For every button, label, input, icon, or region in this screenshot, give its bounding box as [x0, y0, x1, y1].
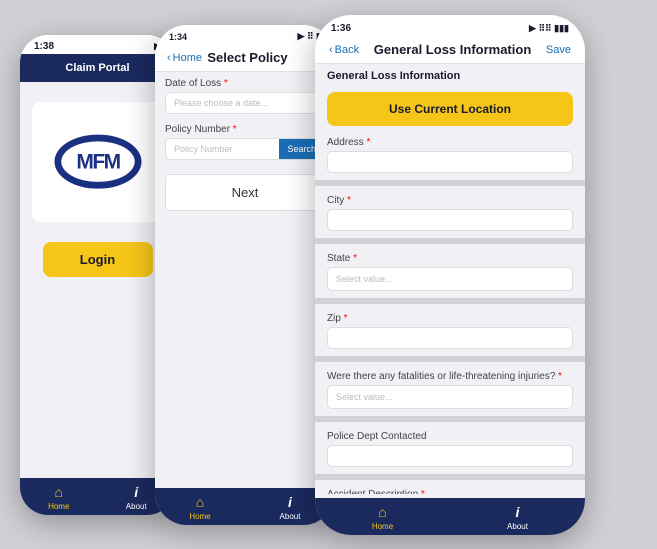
info-icon-3: i — [516, 504, 520, 520]
home-icon-3: ⌂ — [378, 504, 386, 520]
policy-number-input[interactable]: Policy Number — [166, 139, 279, 159]
svg-text:MFM: MFM — [76, 150, 120, 173]
address-label: Address * — [327, 137, 573, 148]
policy-number-group: Policy Number * Policy Number Search — [155, 118, 335, 164]
tab-home-1[interactable]: ⌂ Home — [20, 484, 98, 511]
police-group: Police Dept Contacted — [315, 426, 585, 470]
back-button-2[interactable]: ‹ Home — [167, 52, 202, 64]
form-content-3: General Loss Information Use Current Loc… — [315, 64, 585, 494]
time-3: 1:36 — [331, 23, 351, 34]
policy-number-input-wrapper: Policy Number Search — [165, 138, 325, 160]
city-group: City * — [315, 190, 585, 234]
city-input[interactable] — [327, 209, 573, 231]
tab-home-label-1: Home — [48, 502, 69, 511]
phone-2: 1:34 ▶ ⠿ ▮ ‹ Home Select Policy Date of … — [155, 25, 335, 525]
info-icon-1: i — [134, 484, 138, 500]
tab-bar-1: ⌂ Home i About — [20, 478, 175, 515]
tab-home-3[interactable]: ⌂ Home — [315, 504, 450, 531]
tab-about-label-2: About — [280, 512, 301, 521]
home-icon-2: ⌂ — [196, 494, 204, 510]
back-button-3[interactable]: ‹ Back — [329, 44, 359, 56]
police-label: Police Dept Contacted — [327, 431, 573, 442]
divider-6 — [315, 474, 585, 480]
status-bar-1: 1:38 ▶ — [20, 35, 175, 54]
divider-2 — [315, 238, 585, 244]
tab-bar-2: ⌂ Home i About — [155, 488, 335, 525]
login-button[interactable]: Login — [43, 242, 153, 277]
divider-4 — [315, 356, 585, 362]
zip-input[interactable] — [327, 327, 573, 349]
fatalities-select[interactable]: Select value... — [327, 385, 573, 409]
date-of-loss-group: Date of Loss * Please choose a date... — [155, 72, 335, 118]
tab-about-3[interactable]: i About — [450, 504, 585, 531]
nav-bar-2: ‹ Home Select Policy — [155, 44, 335, 72]
tab-home-label-2: Home — [189, 512, 210, 521]
info-icon-2: i — [288, 494, 292, 510]
time-1: 1:38 — [34, 41, 54, 52]
tab-about-label-3: About — [507, 522, 528, 531]
mfm-logo-icon: MFM — [53, 132, 143, 192]
status-bar-2: 1:34 ▶ ⠿ ▮ — [155, 25, 335, 44]
form-section-2: Date of Loss * Please choose a date... P… — [155, 72, 335, 221]
chevron-left-icon-2: ‹ — [167, 52, 171, 64]
address-group: Address * — [315, 132, 585, 176]
date-of-loss-label: Date of Loss * — [165, 78, 325, 89]
next-button[interactable]: Next — [165, 174, 325, 211]
state-label: State * — [327, 253, 573, 264]
nav-title-2: Select Policy — [207, 50, 287, 65]
accident-label: Accident Description * — [327, 489, 573, 494]
save-button[interactable]: Save — [546, 44, 571, 56]
status-bar-3: 1:36 ▶ ⠿⠿ ▮▮▮ — [315, 15, 585, 36]
time-2: 1:34 — [169, 32, 187, 42]
nav-title-3: General Loss Information — [374, 42, 531, 57]
phone-1: 1:38 ▶ Claim Portal MFM Login ⌂ — [20, 35, 175, 515]
logo-area: MFM — [32, 102, 163, 222]
tab-home-label-3: Home — [372, 522, 393, 531]
tab-bar-3: ⌂ Home i About — [315, 498, 585, 535]
date-of-loss-input[interactable]: Please choose a date... — [165, 92, 325, 114]
phone-3: 1:36 ▶ ⠿⠿ ▮▮▮ ‹ Back General Loss Inform… — [315, 15, 585, 535]
use-current-location-button[interactable]: Use Current Location — [327, 92, 573, 126]
divider-1 — [315, 180, 585, 186]
divider-5 — [315, 416, 585, 422]
tab-home-2[interactable]: ⌂ Home — [155, 494, 245, 521]
police-input[interactable] — [327, 445, 573, 467]
nav-bar-3: ‹ Back General Loss Information Save — [315, 36, 585, 64]
policy-number-label: Policy Number * — [165, 124, 325, 135]
state-group: State * Select value... — [315, 248, 585, 294]
status-icons-3: ▶ ⠿⠿ ▮▮▮ — [529, 23, 569, 34]
zip-label: Zip * — [327, 313, 573, 324]
home-icon-1: ⌂ — [55, 484, 63, 500]
divider-3 — [315, 298, 585, 304]
chevron-left-icon-3: ‹ — [329, 44, 333, 56]
fatalities-label: Were there any fatalities or life-threat… — [327, 371, 573, 382]
section-heading-3: General Loss Information — [315, 64, 585, 86]
accident-group: Accident Description * — [315, 484, 585, 494]
zip-group: Zip * — [315, 308, 585, 352]
claim-portal-header: Claim Portal — [20, 54, 175, 82]
state-select[interactable]: Select value... — [327, 267, 573, 291]
city-label: City * — [327, 195, 573, 206]
address-input[interactable] — [327, 151, 573, 173]
fatalities-group: Were there any fatalities or life-threat… — [315, 366, 585, 412]
tab-about-label-1: About — [126, 502, 147, 511]
